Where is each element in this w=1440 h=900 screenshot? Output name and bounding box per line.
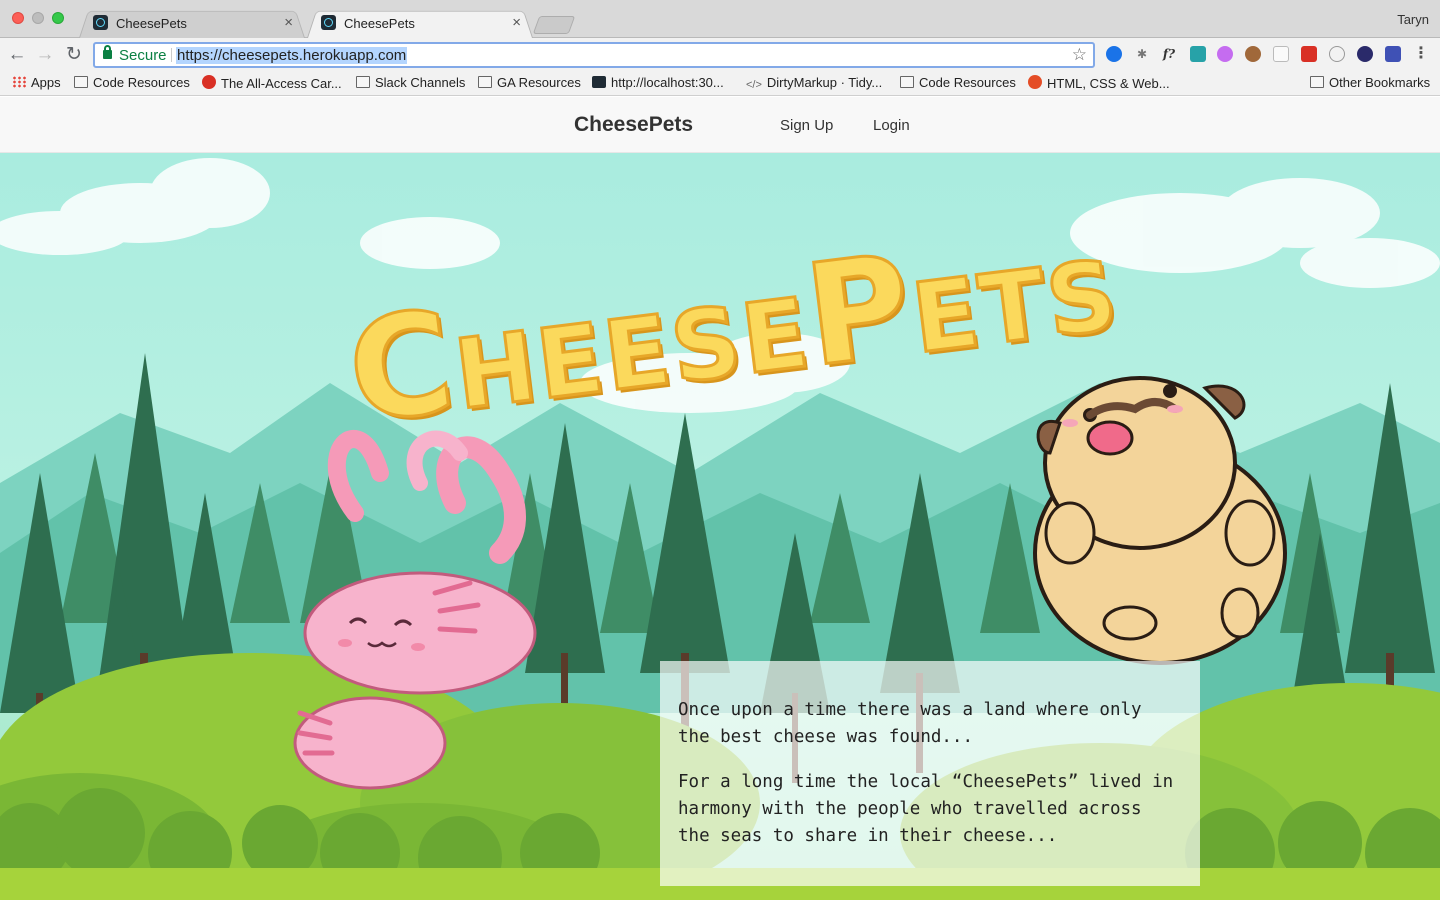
- color-icon[interactable]: [1217, 46, 1233, 62]
- eyedropper-icon[interactable]: [1190, 46, 1206, 62]
- bookmark-label: Slack Channels: [375, 75, 466, 90]
- window-close-button[interactable]: [12, 12, 24, 24]
- forward-arrow-icon[interactable]: →: [33, 43, 57, 67]
- planet-icon[interactable]: [1357, 46, 1373, 62]
- bookmark-label: HTML, CSS & Web...: [1047, 76, 1170, 91]
- bookmark-label: The All-Access Car...: [221, 76, 342, 91]
- bookmark-item[interactable]: Slack Channels: [356, 75, 465, 90]
- folder-icon: [356, 76, 370, 88]
- story-paragraph: For a long time the local “CheesePets” l…: [678, 772, 1174, 846]
- pug-illustration: [1033, 376, 1287, 665]
- bookmark-label: Apps: [31, 75, 61, 90]
- react-favicon-icon: [592, 76, 606, 88]
- tab-title: CheesePets: [344, 16, 415, 31]
- bookmark-label: Code Resources: [93, 75, 190, 90]
- bookmark-item[interactable]: GA Resources: [478, 75, 581, 90]
- bookmark-icon[interactable]: [1385, 46, 1401, 62]
- html5-icon: [1028, 75, 1042, 89]
- bookmark-item[interactable]: Apps: [12, 75, 61, 90]
- bookmark-label: http://localhost:30...: [611, 75, 724, 90]
- apps-grid-icon: [12, 76, 26, 88]
- browser-tab-1[interactable]: CheesePets ×: [79, 8, 305, 38]
- react-favicon-icon: [93, 15, 108, 30]
- signup-link[interactable]: Sign Up: [780, 117, 833, 134]
- window-minimize-button[interactable]: [32, 12, 44, 24]
- react-favicon-icon: [321, 15, 336, 30]
- page-viewport: CheesePets Sign Up Login CHEESEPETS Once…: [0, 97, 1440, 900]
- bookmark-item[interactable]: </> DirtyMarkup · Tidy...: [746, 75, 882, 91]
- profile-name[interactable]: Taryn: [1397, 12, 1429, 27]
- bookmarks-bar: Apps Code Resources The All-Access Car..…: [0, 72, 1440, 96]
- info-icon[interactable]: [1329, 46, 1345, 62]
- tab-close-icon[interactable]: ×: [512, 14, 521, 31]
- bookmark-star-icon[interactable]: ☆: [1072, 45, 1087, 65]
- folder-icon: [900, 76, 914, 88]
- bookmark-item[interactable]: The All-Access Car...: [202, 75, 342, 91]
- lock-icon: [103, 45, 112, 59]
- site-favicon-icon: [202, 75, 216, 89]
- folder-icon: [478, 76, 492, 88]
- messenger-icon[interactable]: [1106, 46, 1122, 62]
- bookmark-label: GA Resources: [497, 75, 581, 90]
- adblock-icon[interactable]: [1301, 46, 1317, 62]
- bug-icon[interactable]: ✱: [1134, 46, 1150, 62]
- new-tab-button[interactable]: [532, 16, 576, 34]
- site-brand[interactable]: CheesePets: [574, 113, 693, 137]
- tab-title: CheesePets: [116, 16, 187, 31]
- reload-icon[interactable]: ↻: [62, 43, 86, 67]
- security-label: Secure: [119, 47, 167, 64]
- window-maximize-button[interactable]: [52, 12, 64, 24]
- address-bar[interactable]: Secure https://cheesepets.herokuapp.com …: [93, 42, 1095, 68]
- bookmark-item[interactable]: Code Resources: [900, 75, 1016, 90]
- bookmark-label: Code Resources: [919, 75, 1016, 90]
- bookmark-item[interactable]: HTML, CSS & Web...: [1028, 75, 1170, 91]
- other-bookmarks[interactable]: Other Bookmarks: [1310, 75, 1430, 90]
- logo-letters: ETS: [905, 237, 1126, 376]
- url-text[interactable]: https://cheesepets.herokuapp.com: [176, 47, 408, 64]
- logo-letter: C: [339, 279, 466, 457]
- tab-close-icon[interactable]: ×: [284, 14, 293, 31]
- browser-tab-2[interactable]: CheesePets ×: [307, 8, 533, 38]
- avatar-icon[interactable]: [1245, 46, 1261, 62]
- menu-icon[interactable]: ⋮: [1413, 46, 1429, 62]
- bookmark-label: Other Bookmarks: [1329, 75, 1431, 90]
- bookmark-item[interactable]: Code Resources: [74, 75, 190, 90]
- window-icon[interactable]: [1273, 46, 1289, 62]
- login-link[interactable]: Login: [873, 117, 910, 134]
- story-panel: Once upon a time there was a land where …: [660, 661, 1200, 886]
- folder-icon: [1310, 76, 1324, 88]
- hero-banner: CHEESEPETS Once upon a time there was a …: [0, 153, 1440, 900]
- bookmark-label: DirtyMarkup · Tidy...: [766, 75, 883, 90]
- omnibox-divider: [171, 48, 172, 62]
- folder-icon: [74, 76, 88, 88]
- tab-strip: CheesePets × CheesePets × Taryn: [0, 0, 1440, 38]
- browser-toolbar: ← → ↻ Secure https://cheesepets.herokuap…: [0, 38, 1440, 72]
- code-icon: </>: [746, 79, 762, 91]
- back-arrow-icon[interactable]: ←: [5, 43, 29, 67]
- story-paragraph: Once upon a time there was a land where …: [678, 700, 1142, 747]
- logo-letter: P: [796, 223, 923, 401]
- font-icon[interactable]: f?: [1161, 46, 1177, 62]
- site-navbar: CheesePets Sign Up Login: [0, 97, 1440, 153]
- bookmark-item[interactable]: http://localhost:30...: [592, 75, 724, 90]
